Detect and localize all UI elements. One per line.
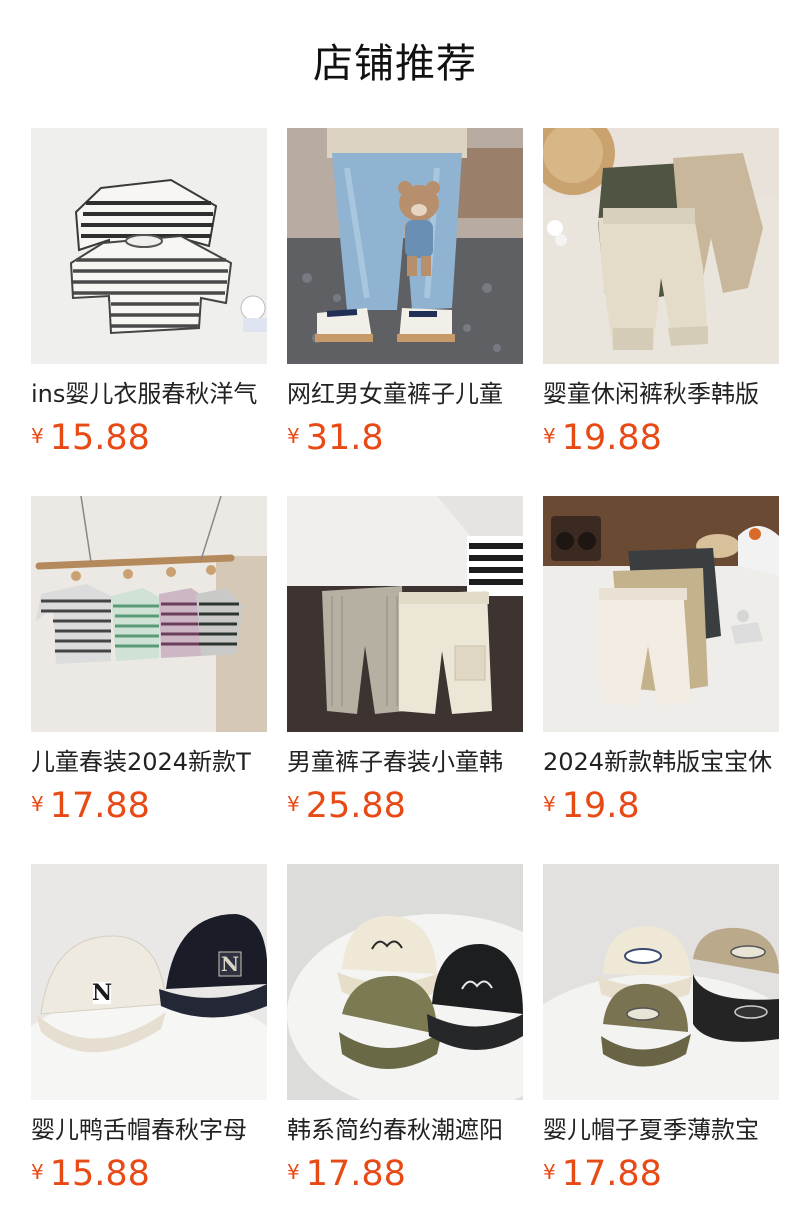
currency-symbol: ¥ — [287, 1160, 300, 1184]
currency-symbol: ¥ — [287, 792, 300, 816]
page-title: 店铺推荐 — [313, 41, 477, 87]
product-name[interactable]: 婴童休闲裤秋季韩版 — [543, 378, 779, 410]
product-card[interactable]: 2024新款韩版宝宝休 ¥19.8 — [543, 496, 779, 826]
product-card[interactable]: 儿童春装2024新款T ¥17.88 — [31, 496, 267, 826]
product-image[interactable] — [31, 496, 267, 732]
product-name[interactable]: 2024新款韩版宝宝休 — [543, 746, 779, 778]
product-price: 19.88 — [561, 418, 662, 458]
product-price: 19.8 — [561, 786, 640, 826]
price-row: ¥19.88 — [543, 416, 779, 458]
patch-caps-image — [543, 864, 779, 1100]
price-row: ¥15.88 — [31, 1152, 267, 1194]
striped-tops-image — [31, 128, 267, 364]
price-row: ¥31.8 — [287, 416, 523, 458]
casual-pants-image — [543, 128, 779, 364]
currency-symbol: ¥ — [543, 424, 556, 448]
product-price: 25.88 — [305, 786, 406, 826]
product-card[interactable]: 婴儿帽子夏季薄款宝 ¥17.88 — [543, 864, 779, 1194]
price-row: ¥25.88 — [287, 784, 523, 826]
product-image[interactable] — [543, 128, 779, 364]
price-row: ¥17.88 — [31, 784, 267, 826]
price-row: ¥15.88 — [31, 416, 267, 458]
letter-n-caps-image: N N — [31, 864, 267, 1100]
product-name[interactable]: 婴儿帽子夏季薄款宝 — [543, 1114, 779, 1146]
product-card[interactable]: 婴童休闲裤秋季韩版 ¥19.88 — [543, 128, 779, 458]
product-card[interactable]: ins婴儿衣服春秋洋气 ¥15.88 — [31, 128, 267, 458]
price-row: ¥17.88 — [543, 1152, 779, 1194]
svg-text:N: N — [221, 952, 239, 976]
cargo-pants-image — [287, 496, 523, 732]
script-caps-image — [287, 864, 523, 1100]
product-name[interactable]: ins婴儿衣服春秋洋气 — [31, 378, 267, 410]
product-price: 17.88 — [49, 786, 150, 826]
stacked-pants-image — [543, 496, 779, 732]
product-name[interactable]: 韩系简约春秋潮遮阳 — [287, 1114, 523, 1146]
product-card[interactable]: 男童裤子春装小童韩 ¥25.88 — [287, 496, 523, 826]
product-image[interactable] — [543, 864, 779, 1100]
product-image[interactable] — [287, 496, 523, 732]
product-price: 15.88 — [49, 1154, 150, 1194]
hanging-shirts-image — [31, 496, 267, 732]
price-row: ¥19.8 — [543, 784, 779, 826]
currency-symbol: ¥ — [543, 792, 556, 816]
currency-symbol: ¥ — [31, 424, 44, 448]
currency-symbol: ¥ — [543, 1160, 556, 1184]
store-recommendations-page: 店铺推荐 ins婴儿衣服春秋洋气 ¥ 15.88 网红男女童裤子儿童 ¥ 31.… — [0, 0, 790, 1232]
product-image[interactable] — [287, 864, 523, 1100]
product-name[interactable]: 男童裤子春装小童韩 — [287, 746, 523, 778]
currency-symbol: ¥ — [31, 1160, 44, 1184]
currency-symbol: ¥ — [287, 424, 300, 448]
price-row: ¥17.88 — [287, 1152, 523, 1194]
product-name[interactable]: 儿童春装2024新款T — [31, 746, 267, 778]
product-price: 31.8 — [305, 418, 384, 458]
jeans-teddy-image — [287, 128, 523, 364]
product-name[interactable]: 网红男女童裤子儿童 — [287, 378, 523, 410]
product-image[interactable]: N N — [31, 864, 267, 1100]
product-card[interactable]: N N 婴儿鸭舌帽春秋字母 ¥15.88 — [31, 864, 267, 1194]
product-card[interactable]: 韩系简约春秋潮遮阳 ¥17.88 — [287, 864, 523, 1194]
product-image[interactable] — [287, 128, 523, 364]
product-price: 17.88 — [561, 1154, 662, 1194]
product-image[interactable] — [543, 496, 779, 732]
product-price: 17.88 — [305, 1154, 406, 1194]
product-price: 15.88 — [49, 418, 150, 458]
svg-text:N: N — [92, 980, 112, 1006]
product-card[interactable]: 网红男女童裤子儿童 ¥31.8 — [287, 128, 523, 458]
product-name[interactable]: 婴儿鸭舌帽春秋字母 — [31, 1114, 267, 1146]
product-image[interactable] — [31, 128, 267, 364]
currency-symbol: ¥ — [31, 792, 44, 816]
